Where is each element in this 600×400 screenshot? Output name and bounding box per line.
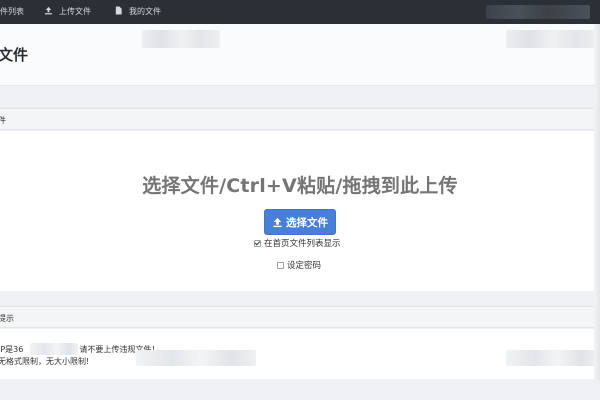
page-footer-area <box>0 380 600 400</box>
upload-icon <box>44 6 53 15</box>
nav-file-list[interactable]: 件列表 <box>0 0 24 24</box>
redacted-area <box>506 350 600 366</box>
show-on-home-checkbox[interactable] <box>254 239 261 247</box>
choose-file-label: 选择文件 <box>286 216 328 229</box>
redacted-area <box>136 350 256 366</box>
scrollbar-track[interactable] <box>594 24 600 380</box>
upload-panel-heading: 件 <box>0 116 6 125</box>
upload-panel-header: 件 <box>0 108 600 130</box>
redacted-area <box>30 343 78 355</box>
upload-icon <box>273 217 282 227</box>
nav-upload[interactable]: 上传文件 <box>44 0 91 24</box>
file-icon <box>115 6 122 15</box>
nav-my-files[interactable]: 我的文件 <box>114 0 161 24</box>
tip-ip-start: IP是36 <box>0 345 24 354</box>
choose-file-button[interactable]: 选择文件 <box>264 209 336 235</box>
redacted-area <box>506 30 600 48</box>
top-navbar: 件列表 上传文件 我的文件 <box>0 0 600 24</box>
show-on-home-option[interactable]: 在首页文件列表显示 <box>254 237 341 249</box>
redacted-area <box>486 5 590 19</box>
tips-panel-heading: 提示 <box>0 314 14 323</box>
nav-file-list-label: 件列表 <box>0 7 24 16</box>
tip-limit-line: 无格式限制，无大小限制! <box>0 357 90 366</box>
upload-prompt: 选择文件/Ctrl+V粘贴/拖拽到此上传 <box>142 175 458 197</box>
nav-my-files-label: 我的文件 <box>129 7 161 16</box>
page-title: 文件 <box>0 46 29 64</box>
set-password-checkbox[interactable] <box>277 261 284 269</box>
redacted-area <box>142 30 220 48</box>
show-on-home-label: 在首页文件列表显示 <box>264 239 341 249</box>
set-password-option[interactable]: 设定密码 <box>277 259 321 271</box>
set-password-label: 设定密码 <box>287 261 322 271</box>
tips-panel-header: 提示 <box>0 306 600 328</box>
nav-upload-label: 上传文件 <box>59 7 91 16</box>
